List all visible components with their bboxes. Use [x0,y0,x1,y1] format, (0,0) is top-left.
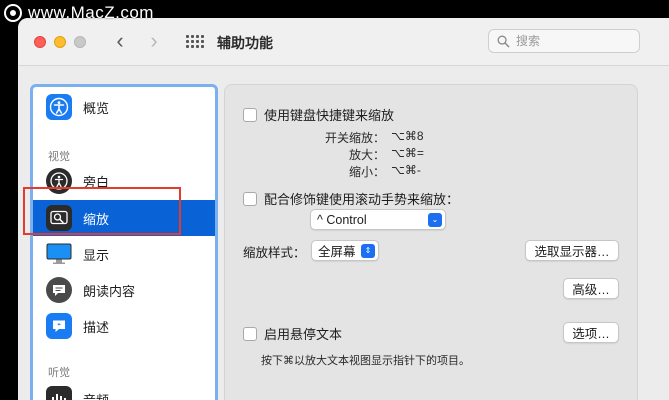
scroll-gesture-label: 配合修饰键使用滚动手势来缩放： [264,192,460,207]
zoom-style-value: 全屏幕 [318,245,356,259]
close-button[interactable] [34,36,46,48]
hover-text-options-button[interactable]: 选项… [563,322,619,343]
sidebar-item-audio[interactable]: 音频 [33,381,215,400]
search-field[interactable] [488,29,640,53]
annotation-highlight-box [23,187,181,235]
hover-text-checkbox[interactable] [243,326,257,341]
forward-button[interactable]: › [144,30,164,54]
shortcut-toggle-zoom: 开关缩放： ⌥⌘8 [325,129,424,145]
advanced-button[interactable]: 高级… [563,278,619,299]
sidebar-item-label: 描述 [83,319,110,335]
sidebar-item-label: 音频 [83,392,110,400]
chevron-down-icon: ⌄ [428,213,442,227]
hover-text-label: 启用悬停文本 [264,327,343,342]
accessibility-icon [46,94,72,120]
system-preferences-window: ‹ › 辅助功能 概览 视觉 旁白 [18,18,669,400]
keyboard-shortcuts-checkbox[interactable] [243,107,257,122]
sidebar-section-vision: 视觉 [48,151,70,163]
descriptions-icon: ❝ [46,313,72,339]
display-icon [46,241,72,267]
svg-text:❝: ❝ [57,323,61,330]
back-button[interactable]: ‹ [110,30,130,54]
zoom-settings-panel: 使用键盘快捷键来缩放 开关缩放： ⌥⌘8 放大： ⌥⌘= 缩小： ⌥⌘- 配合修… [224,84,638,400]
zoom-window-button[interactable] [74,36,86,48]
keyboard-shortcuts-checkbox-row[interactable]: 使用键盘快捷键来缩放 [243,105,394,124]
show-all-grid-icon[interactable] [186,35,204,49]
shortcut-zoom-in: 放大： ⌥⌘= [348,146,424,162]
sidebar-item-descriptions[interactable]: ❝ 描述 [33,308,215,344]
sidebar-item-spoken-content[interactable]: 朗读内容 [33,272,215,308]
select-display-button[interactable]: 选取显示器… [525,240,619,261]
sidebar-item-overview[interactable]: 概览 [33,89,215,125]
modifier-key-value: ^ Control [317,212,367,227]
hover-text-note: 按下⌘以放大文本视图显示指针下的项目。 [261,355,470,367]
watermark: www.MacZ.com [0,0,200,26]
sidebar-item-label: 朗读内容 [83,283,136,299]
watermark-logo-icon [4,4,22,22]
minimize-button[interactable] [54,36,66,48]
scroll-gesture-checkbox[interactable] [243,191,257,206]
sidebar-item-label: 显示 [83,247,110,263]
shortcut-zoom-out: 缩小： ⌥⌘- [348,163,421,179]
scroll-gesture-checkbox-row[interactable]: 配合修饰键使用滚动手势来缩放： [243,189,459,208]
spoken-content-icon [46,277,72,303]
sidebar-item-label: 概览 [83,100,110,116]
search-icon [497,35,510,47]
sidebar: 概览 视觉 旁白 缩放 显示 朗读内容 ❝ 描述 听觉 音频 [30,84,218,400]
hover-text-checkbox-row[interactable]: 启用悬停文本 [243,324,342,343]
zoom-style-row: 缩放样式： [243,242,306,261]
sidebar-item-display[interactable]: 显示 [33,236,215,272]
keyboard-shortcuts-label: 使用键盘快捷键来缩放 [264,108,395,123]
audio-icon [46,386,72,400]
sidebar-section-hearing: 听觉 [48,367,70,379]
zoom-style-popup[interactable]: 全屏幕 ⇕ [311,240,379,261]
watermark-text: www.MacZ.com [28,3,154,22]
zoom-style-label: 缩放样式： [243,246,306,260]
window-title: 辅助功能 [217,35,273,51]
modifier-key-popup[interactable]: ^ Control ⌄ [310,209,446,230]
chevron-updown-icon: ⇕ [361,244,375,258]
search-input[interactable] [516,34,626,48]
